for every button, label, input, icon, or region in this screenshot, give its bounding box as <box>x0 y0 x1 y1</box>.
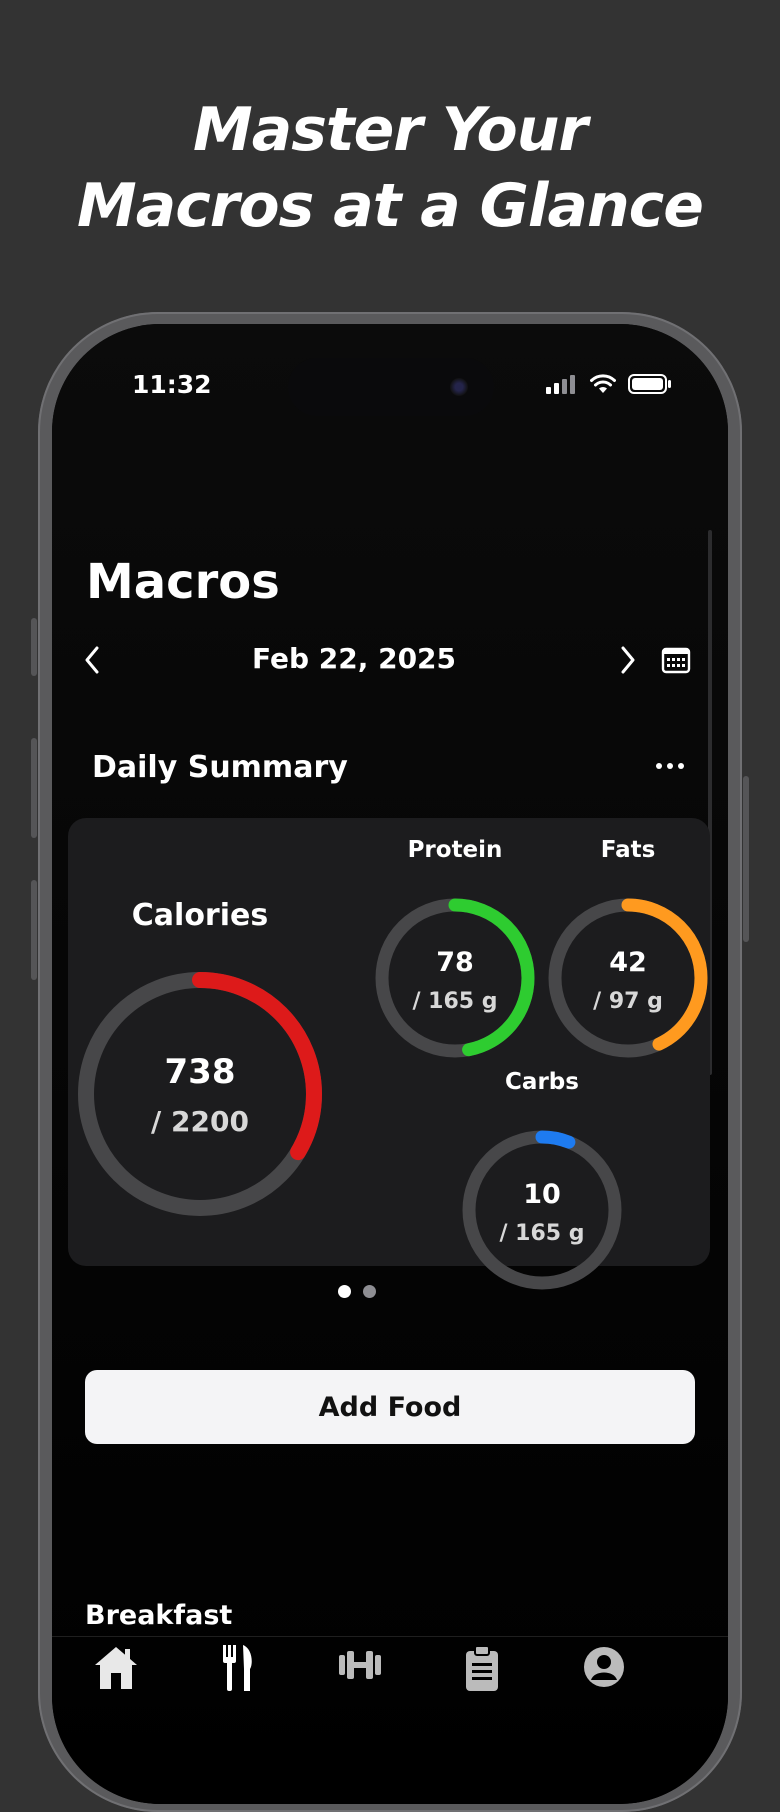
page-title: Macros <box>86 554 280 610</box>
daily-summary-card[interactable]: Calories 738 / 2200 Protein 78 / 165 g Fats 42 /… <box>68 818 710 1290</box>
carbs-ring[interactable] <box>456 1124 628 1296</box>
protein-goal: / 165 g <box>412 989 498 1014</box>
calories-label: Calories <box>131 898 269 933</box>
calendar-button[interactable] <box>656 640 696 680</box>
protein-ring[interactable] <box>369 892 541 1064</box>
phone-action-button <box>31 618 37 676</box>
wifi-icon <box>590 374 616 393</box>
protein-label: Protein <box>407 836 503 863</box>
status-time: 11:32 <box>132 370 212 399</box>
fats-value: 42 <box>609 946 647 978</box>
more-dot-icon <box>667 763 673 769</box>
phone-power-button <box>743 776 749 942</box>
tab-profile[interactable] <box>574 1645 634 1695</box>
carbs-label: Carbs <box>505 1068 579 1095</box>
protein-value: 78 <box>436 946 474 978</box>
carbs-value: 10 <box>523 1178 561 1210</box>
tab-bar <box>52 1636 728 1697</box>
more-dot-icon <box>656 763 662 769</box>
cellular-signal-icon <box>546 375 575 394</box>
dumbbell-icon <box>339 1651 381 1679</box>
calories-value: 738 <box>164 1052 236 1092</box>
current-date[interactable]: Feb 22, 2025 <box>74 642 614 675</box>
front-camera <box>450 378 468 396</box>
tab-food[interactable] <box>208 1645 268 1695</box>
daily-summary-title: Daily Summary <box>92 750 348 785</box>
tab-log[interactable] <box>452 1645 512 1695</box>
fats-label: Fats <box>600 836 656 863</box>
tab-home[interactable] <box>86 1645 146 1695</box>
carbs-ring-track <box>462 1130 622 1290</box>
date-navigator: Feb 22, 2025 <box>74 636 714 686</box>
app-screen: 11:32 Macros Feb 22, 2025 Daily Summary … <box>52 324 728 1804</box>
status-icons <box>546 372 672 396</box>
profile-icon <box>584 1647 624 1687</box>
home-icon <box>95 1647 137 1689</box>
phone-volume-up-button <box>31 738 37 838</box>
calories-ring[interactable] <box>70 964 330 1224</box>
phone-screen: 11:32 Macros Feb 22, 2025 Daily Summary … <box>52 324 728 1804</box>
promo-headline: Master Your Macros at a Glance <box>0 92 780 244</box>
promo-headline-line-1: Master Your <box>193 95 588 165</box>
carbs-goal: / 165 g <box>499 1221 585 1246</box>
add-food-button[interactable]: Add Food <box>85 1370 695 1444</box>
fats-ring[interactable] <box>542 892 714 1064</box>
promo-headline-line-2: Macros at a Glance <box>77 171 704 241</box>
summary-page-indicator[interactable] <box>338 1285 376 1298</box>
fork-knife-icon <box>223 1645 252 1691</box>
tab-workouts[interactable] <box>330 1645 390 1695</box>
more-dot-icon <box>678 763 684 769</box>
calendar-icon <box>661 647 691 674</box>
more-options-button[interactable] <box>648 746 692 786</box>
chevron-right-icon <box>621 646 635 674</box>
fats-goal: / 97 g <box>593 989 663 1014</box>
dynamic-island <box>288 358 494 416</box>
calories-goal: / 2200 <box>151 1105 249 1138</box>
battery-icon <box>628 374 671 394</box>
page-dot[interactable] <box>338 1285 351 1298</box>
meal-section-breakfast: Breakfast <box>85 1600 233 1631</box>
next-day-button[interactable] <box>610 640 646 680</box>
page-dot[interactable] <box>363 1285 376 1298</box>
clipboard-icon <box>466 1645 498 1691</box>
phone-volume-down-button <box>31 880 37 980</box>
